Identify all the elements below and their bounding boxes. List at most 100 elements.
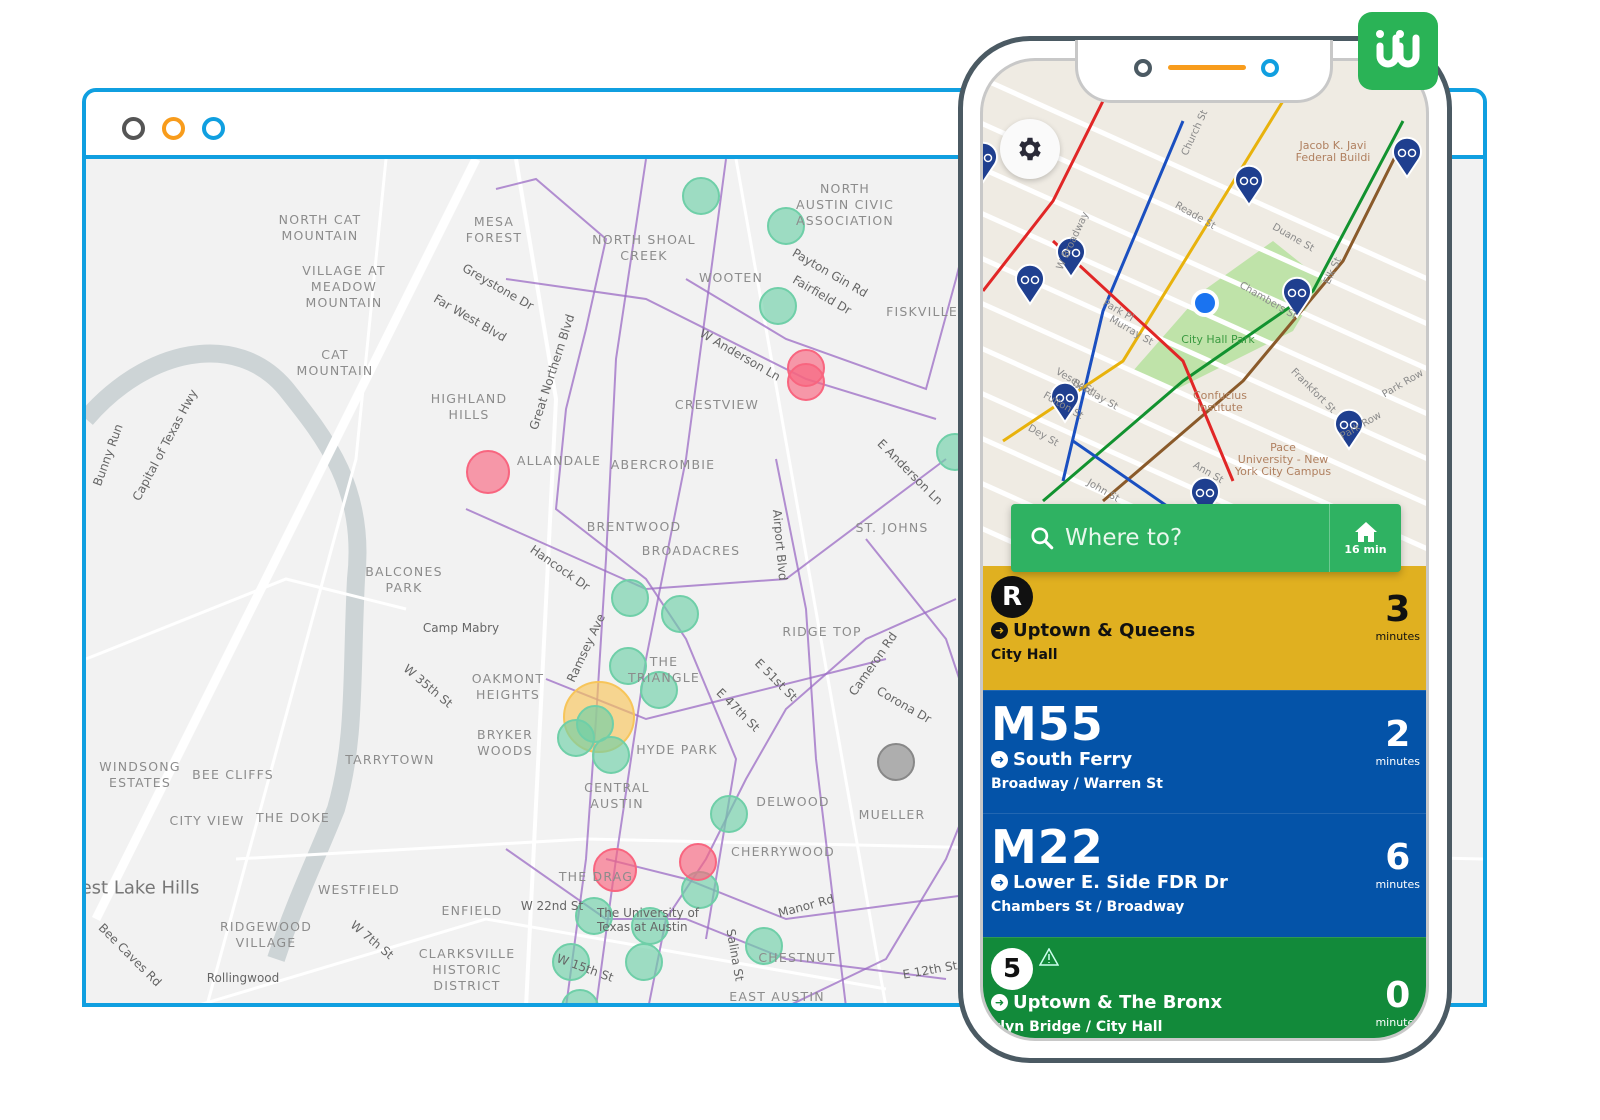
neighborhood-label: WOOTEN bbox=[698, 270, 764, 285]
neighborhood-label: ABERCROMBIE bbox=[610, 457, 716, 472]
map-marker[interactable] bbox=[625, 943, 663, 981]
neighborhood-label: BRENTWOOD bbox=[586, 519, 682, 534]
arrival-time: 6 minutes bbox=[1375, 837, 1420, 892]
map-marker[interactable] bbox=[682, 177, 720, 215]
direction-arrow-icon: ➜ bbox=[991, 751, 1008, 768]
street-label: Rollingwood bbox=[206, 971, 280, 985]
neighborhood-label: CAT MOUNTAIN bbox=[296, 347, 374, 378]
map-marker[interactable] bbox=[661, 595, 699, 633]
route-name: 5 bbox=[1002, 954, 1022, 984]
neighborhood-label: CITY VIEW bbox=[169, 813, 245, 828]
poi-label: City Hall Park bbox=[1181, 333, 1255, 346]
neighborhood-label: MUELLER bbox=[858, 807, 926, 822]
departure-card[interactable]: M22 ➜ Lower E. Side FDR Dr Chambers St / Br… bbox=[983, 813, 1426, 937]
departure-card[interactable]: 5 ➜ Uptown & The Bronx klyn Bridge / City H… bbox=[983, 937, 1426, 1038]
neighborhood-label: OAKMONT HEIGHTS bbox=[471, 671, 545, 702]
route-direction: South Ferry bbox=[1013, 749, 1133, 770]
departure-card[interactable]: M55 ➜ South Ferry Broadway / Warren St 2 minu… bbox=[983, 690, 1426, 813]
minutes-unit: minutes bbox=[1375, 630, 1420, 643]
phone-notch bbox=[1075, 40, 1333, 103]
home-travel-time: 16 min bbox=[1344, 542, 1387, 556]
transit-app-logo bbox=[1358, 12, 1438, 90]
map-marker[interactable] bbox=[679, 843, 717, 881]
neighborhood-label: WINDSONG ESTATES bbox=[99, 759, 181, 790]
search-placeholder[interactable]: Where to? bbox=[1065, 525, 1329, 551]
minutes-unit: minutes bbox=[1375, 755, 1420, 768]
settings-button[interactable] bbox=[1000, 119, 1060, 179]
search-icon bbox=[1031, 527, 1054, 550]
neighborhood-label: RIDGEWOOD VILLAGE bbox=[219, 919, 313, 950]
direction-arrow-icon: ➜ bbox=[991, 622, 1008, 639]
route-direction: Lower E. Side FDR Dr bbox=[1013, 872, 1228, 893]
transit-logo-icon bbox=[1376, 30, 1420, 68]
neighborhood-label: ENFIELD bbox=[441, 903, 503, 918]
stop-name: Broadway / Warren St bbox=[991, 776, 1163, 792]
route-badge: 5 bbox=[991, 948, 1033, 990]
minutes-value: 2 bbox=[1385, 714, 1411, 755]
neighborhood-label: BALCONES PARK bbox=[365, 564, 443, 595]
map-marker[interactable] bbox=[611, 579, 649, 617]
minutes-unit: minutes bbox=[1375, 878, 1420, 891]
home-icon bbox=[1354, 521, 1377, 542]
direction-arrow-icon: ➜ bbox=[991, 994, 1008, 1011]
window-dot-blue[interactable] bbox=[202, 117, 225, 140]
poi-label: Confucius Institute bbox=[1192, 389, 1248, 414]
neighborhood-label: WESTFIELD bbox=[318, 882, 400, 897]
neighborhood-label: THE DOKE bbox=[255, 810, 331, 825]
neighborhood-label: MESA FOREST bbox=[465, 214, 523, 245]
stop-name: City Hall bbox=[991, 647, 1058, 663]
window-dot-orange[interactable] bbox=[162, 117, 185, 140]
map-marker[interactable] bbox=[877, 743, 915, 781]
minutes-unit: minutes bbox=[1375, 1016, 1420, 1029]
phone-map[interactable]: Reade St Duane St Elk St Chambers St Murray … bbox=[983, 61, 1426, 566]
camera-icon bbox=[1134, 59, 1152, 77]
neighborhood-label: ST. JOHNS bbox=[855, 520, 929, 535]
where-to-search[interactable]: Where to? 16 min bbox=[1011, 504, 1401, 572]
poi-label: Pace University - New York City Campus bbox=[1234, 441, 1332, 478]
neighborhood-label: RIDGE TOP bbox=[782, 624, 862, 639]
arrival-time: 2 minutes bbox=[1375, 714, 1420, 769]
bike-share-pin-icon[interactable] bbox=[1234, 164, 1264, 207]
neighborhood-label: BRYKER WOODS bbox=[476, 727, 534, 758]
neighborhood-label: HIGHLAND HILLS bbox=[430, 391, 508, 422]
neighborhood-label: TARRYTOWN bbox=[345, 752, 435, 767]
bike-share-pin-icon[interactable] bbox=[1015, 263, 1045, 306]
minutes-value: 6 bbox=[1385, 837, 1411, 878]
sensor-icon bbox=[1261, 59, 1279, 77]
bike-share-pin-icon[interactable] bbox=[1392, 136, 1422, 179]
neighborhood-label: FISKVILLE bbox=[886, 304, 958, 319]
warning-icon bbox=[1039, 948, 1059, 966]
map-marker[interactable] bbox=[557, 719, 595, 757]
stop-name: Chambers St / Broadway bbox=[991, 899, 1185, 915]
departure-card[interactable]: R ➜ Uptown & Queens City Hall 3 minutes bbox=[983, 566, 1426, 690]
direction-arrow-icon: ➜ bbox=[991, 874, 1008, 891]
window-dot-gray[interactable] bbox=[122, 117, 145, 140]
arrival-time: 3 minutes bbox=[1375, 589, 1420, 644]
map-marker[interactable] bbox=[466, 450, 510, 494]
home-shortcut-button[interactable]: 16 min bbox=[1329, 504, 1401, 572]
map-marker[interactable] bbox=[592, 736, 630, 774]
current-location-icon bbox=[1191, 289, 1219, 317]
street-label: W 22nd St bbox=[520, 899, 584, 913]
neighborhood-label: CHERRYWOOD bbox=[731, 844, 835, 859]
neighborhood-label: NORTH SHOAL CREEK bbox=[592, 232, 696, 263]
neighborhood-label: NORTH AUSTIN CIVIC ASSOCIATION bbox=[795, 181, 895, 228]
poi-label: Jacob K. Javi Federal Buildi bbox=[1295, 139, 1371, 164]
neighborhood-label: CENTRAL AUSTIN bbox=[584, 780, 650, 811]
route-name: R bbox=[1001, 582, 1023, 612]
map-marker[interactable] bbox=[759, 287, 797, 325]
route-direction: Uptown & The Bronx bbox=[1013, 992, 1223, 1013]
neighborhood-label: VILLAGE AT MEADOW MOUNTAIN bbox=[302, 263, 386, 310]
route-badge: R bbox=[991, 576, 1033, 618]
neighborhood-label: DELWOOD bbox=[756, 794, 830, 809]
gear-icon bbox=[1019, 137, 1041, 161]
neighborhood-label: BEE CLIFFS bbox=[192, 767, 274, 782]
minutes-value: 3 bbox=[1385, 589, 1411, 630]
map-marker[interactable] bbox=[710, 795, 748, 833]
stop-name: klyn Bridge / City Hall bbox=[991, 1019, 1163, 1035]
neighborhood-label: CHESTNUT bbox=[758, 950, 836, 965]
neighborhood-label: THE TRIANGLE bbox=[627, 654, 701, 685]
map-marker[interactable] bbox=[787, 363, 825, 401]
neighborhood-label: HYDE PARK bbox=[636, 742, 718, 757]
neighborhood-label: ALLANDALE bbox=[516, 453, 602, 468]
